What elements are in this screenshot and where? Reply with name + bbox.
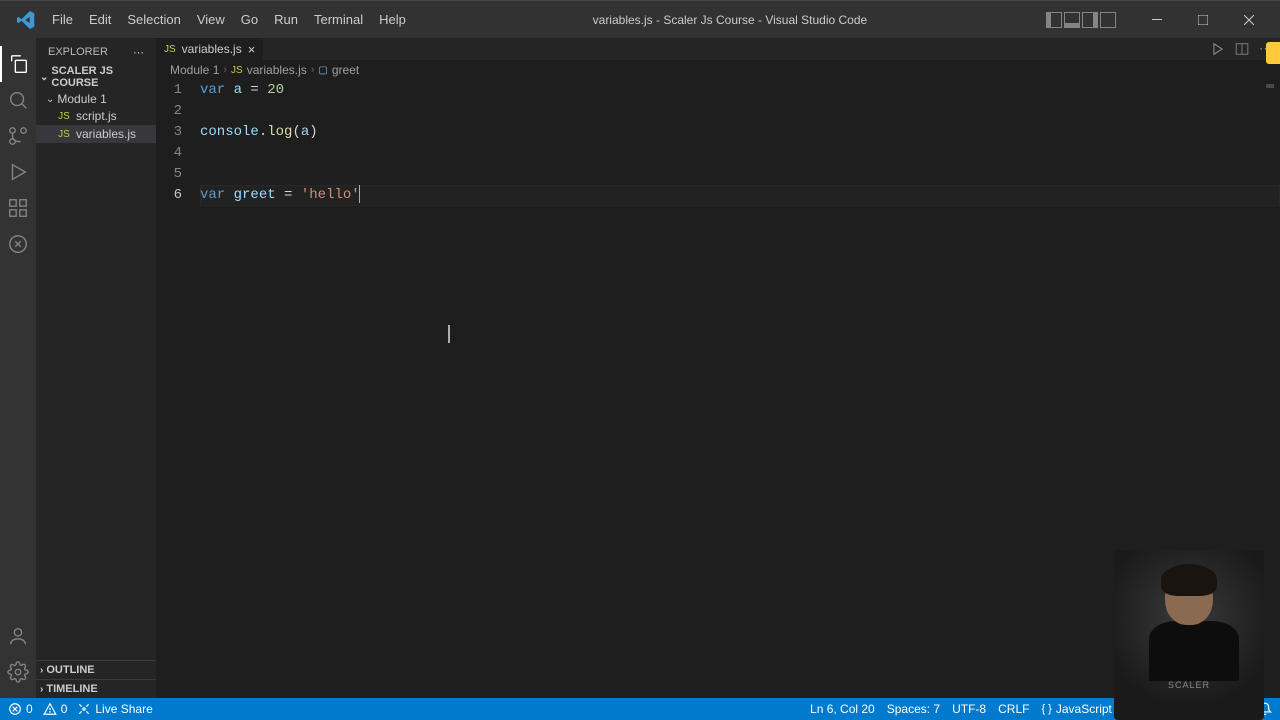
status-bar: 0 0 Live Share Ln 6, Col 20 Spaces: 7 UT… — [0, 698, 1280, 720]
toggle-secondary-sidebar-icon[interactable] — [1082, 12, 1098, 28]
run-code-icon[interactable] — [1211, 42, 1225, 56]
menu-help[interactable]: Help — [371, 1, 414, 39]
file-script-js[interactable]: JS script.js — [36, 107, 156, 125]
title-bar: File Edit Selection View Go Run Terminal… — [0, 0, 1280, 38]
status-liveshare[interactable]: Live Share — [77, 702, 152, 716]
js-file-icon: JS — [56, 108, 72, 124]
explorer-more-icon[interactable]: ⋯ — [133, 46, 144, 59]
presenter-silhouette — [1149, 570, 1229, 670]
status-spaces[interactable]: Spaces: 7 — [887, 702, 940, 716]
source-control-icon[interactable] — [0, 118, 36, 154]
menu-edit[interactable]: Edit — [81, 1, 119, 39]
status-lncol[interactable]: Ln 6, Col 20 — [810, 702, 875, 716]
split-editor-icon[interactable] — [1235, 42, 1249, 56]
right-panel-toggle[interactable] — [1266, 42, 1280, 64]
timeline-section[interactable]: › TIMELINE — [36, 679, 156, 698]
js-file-icon: JS — [164, 44, 176, 55]
scaler-brand-icon: SCALER — [1168, 680, 1210, 690]
activity-bar — [0, 38, 36, 698]
customize-layout-icon[interactable] — [1100, 12, 1116, 28]
status-errors[interactable]: 0 — [8, 702, 33, 716]
webcam-overlay: SCALER — [1114, 550, 1264, 720]
file-variables-js[interactable]: JS variables.js — [36, 125, 156, 143]
menu-run[interactable]: Run — [266, 1, 306, 39]
breadcrumb[interactable]: Module 1 › JS variables.js › ▢ greet — [156, 60, 1280, 80]
menu-file[interactable]: File — [44, 1, 81, 39]
status-language[interactable]: { } JavaScript — [1041, 702, 1111, 716]
menu-view[interactable]: View — [189, 1, 233, 39]
chevron-down-icon: ⌄ — [40, 72, 48, 83]
chevron-right-icon: › — [40, 684, 43, 695]
explorer-sidebar: EXPLORER ⋯ ⌄ SCALER JS COURSE ⌄ Module 1… — [36, 38, 156, 698]
outline-section[interactable]: › OUTLINE — [36, 660, 156, 679]
menu-selection[interactable]: Selection — [119, 1, 188, 39]
status-eol[interactable]: CRLF — [998, 702, 1029, 716]
tab-variables-js[interactable]: JS variables.js × — [156, 38, 263, 60]
liveshare-icon[interactable] — [0, 226, 36, 262]
editor-tabs: JS variables.js × ⋯ — [156, 38, 1280, 60]
minimize-button[interactable] — [1134, 5, 1180, 35]
explorer-title: EXPLORER — [48, 46, 108, 59]
js-file-icon: JS — [231, 65, 243, 76]
toggle-panel-icon[interactable] — [1064, 12, 1080, 28]
text-cursor — [359, 185, 360, 203]
symbol-variable-icon: ▢ — [318, 65, 327, 76]
menu-bar: File Edit Selection View Go Run Terminal… — [44, 1, 414, 39]
layout-controls — [1046, 12, 1116, 28]
chevron-right-icon: › — [40, 665, 43, 676]
close-tab-icon[interactable]: × — [248, 42, 256, 57]
breadcrumb-folder[interactable]: Module 1 — [170, 63, 219, 77]
editor-area: JS variables.js × ⋯ Module 1 › JS variab… — [156, 38, 1280, 698]
line-gutter: 1 2 3 4 5 6 — [156, 80, 200, 698]
explorer-header: EXPLORER ⋯ — [36, 38, 156, 63]
accounts-icon[interactable] — [0, 618, 36, 654]
code-editor[interactable]: 1 2 3 4 5 6 var a = 20 console.log(a) va… — [156, 80, 1280, 698]
minimap-content — [1266, 84, 1274, 88]
search-icon[interactable] — [0, 82, 36, 118]
close-button[interactable] — [1226, 5, 1272, 35]
explorer-icon[interactable] — [0, 46, 36, 82]
folder-module1[interactable]: ⌄ Module 1 — [36, 91, 156, 107]
breadcrumb-file[interactable]: variables.js — [247, 63, 307, 77]
extensions-icon[interactable] — [0, 190, 36, 226]
breadcrumb-symbol[interactable]: greet — [332, 63, 359, 77]
secondary-cursor — [448, 325, 450, 343]
status-warnings[interactable]: 0 — [43, 702, 68, 716]
status-encoding[interactable]: UTF-8 — [952, 702, 986, 716]
window-title: variables.js - Scaler Js Course - Visual… — [414, 13, 1046, 27]
vscode-logo-icon — [16, 10, 36, 30]
run-debug-icon[interactable] — [0, 154, 36, 190]
project-section[interactable]: ⌄ SCALER JS COURSE — [36, 63, 156, 91]
chevron-right-icon: › — [223, 64, 227, 76]
js-file-icon: JS — [56, 126, 72, 142]
chevron-down-icon: ⌄ — [46, 94, 54, 105]
menu-go[interactable]: Go — [233, 1, 266, 39]
menu-terminal[interactable]: Terminal — [306, 1, 371, 39]
settings-gear-icon[interactable] — [0, 654, 36, 690]
main-area: EXPLORER ⋯ ⌄ SCALER JS COURSE ⌄ Module 1… — [0, 38, 1280, 698]
maximize-button[interactable] — [1180, 5, 1226, 35]
toggle-primary-sidebar-icon[interactable] — [1046, 12, 1062, 28]
chevron-right-icon: › — [311, 64, 315, 76]
